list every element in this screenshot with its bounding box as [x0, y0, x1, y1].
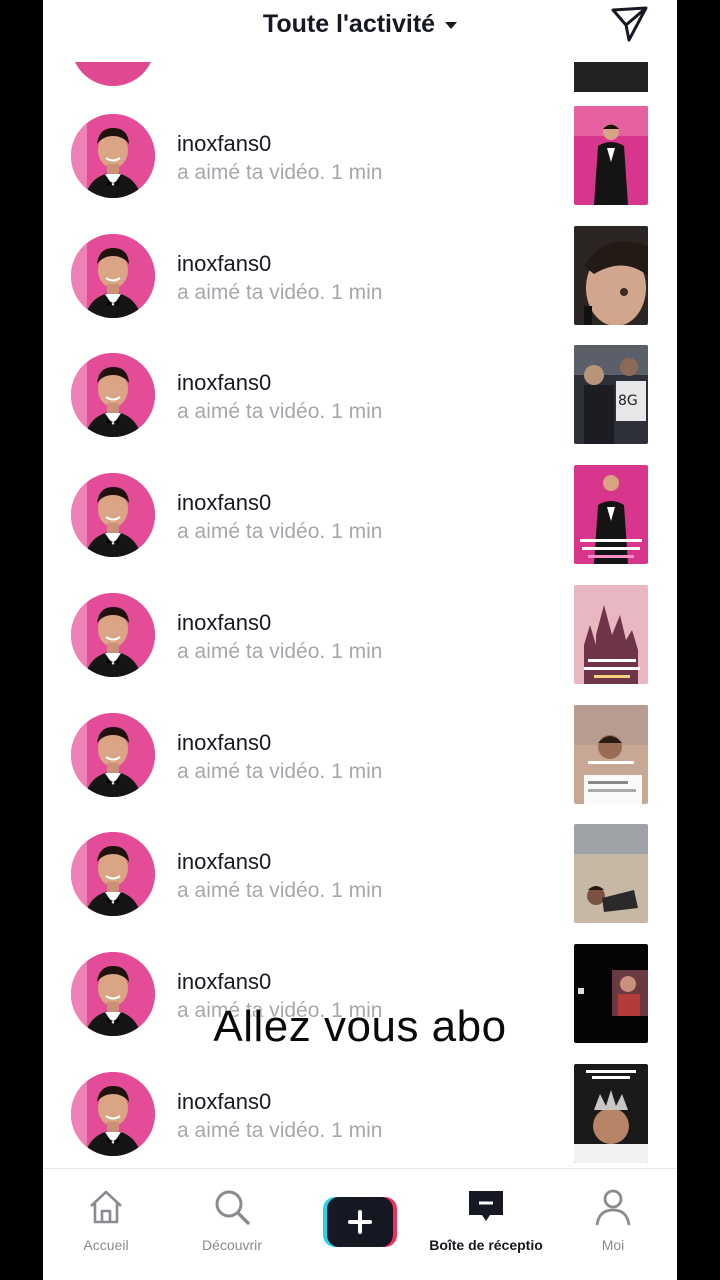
notification-time: 1 min	[331, 400, 383, 424]
notification-text: a aimé ta vidéo. 1 min	[177, 1119, 382, 1143]
avatar[interactable]	[71, 712, 155, 797]
notification-action: a aimé ta vidéo.	[177, 161, 326, 184]
video-thumbnail	[574, 62, 648, 92]
nav-home-label: Accueil	[83, 1237, 129, 1253]
video-thumbnail[interactable]	[574, 225, 648, 325]
notification-time: 1 min	[331, 639, 383, 663]
avatar[interactable]	[71, 592, 155, 677]
video-thumbnail[interactable]	[574, 704, 648, 804]
notification-action: a aimé ta vidéo.	[177, 280, 326, 304]
search-icon	[215, 1190, 250, 1225]
video-thumbnail[interactable]	[574, 584, 648, 684]
notification-action: a aimé ta vidéo.	[177, 759, 326, 783]
notification-action: a aimé ta vidéo.	[177, 639, 326, 663]
notification-time: 1 min	[331, 879, 383, 903]
avatar[interactable]	[71, 832, 155, 917]
notification-action: a aimé ta vidéo.	[177, 879, 326, 903]
notification-text: a aimé ta vidéo. 1 min	[177, 400, 382, 424]
notification-row[interactable]: inoxfans0 a aimé ta vidéo. 1 min 8G	[43, 333, 677, 453]
notification-text: a aimé ta vidéo. 1 min	[177, 879, 382, 903]
activity-filter-dropdown[interactable]: Toute l'activité	[43, 10, 677, 39]
create-video-button[interactable]	[323, 1197, 397, 1247]
bottom-nav: Accueil Découvrir Boîte de réceptio Moi	[43, 1168, 677, 1280]
notification-username[interactable]: inoxfans0	[177, 969, 271, 995]
notification-username[interactable]: inoxfans0	[177, 1089, 271, 1115]
header: Toute l'activité	[43, 0, 677, 62]
nav-inbox[interactable]: Boîte de réceptio	[429, 1169, 543, 1269]
notification-row[interactable]: inoxfans0 a aimé ta vidéo. 1 min	[43, 453, 677, 573]
nav-discover-label: Découvrir	[202, 1237, 262, 1253]
notification-row[interactable]: inoxfans0 a aimé ta vidéo. 1 min	[43, 94, 677, 214]
activity-filter-label: Toute l'activité	[262, 10, 436, 38]
notification-row[interactable]: inoxfans0 a aimé ta vidéo. 1 min	[43, 812, 677, 932]
paper-plane-icon[interactable]	[609, 4, 649, 44]
video-thumbnail[interactable]: 8G	[574, 345, 648, 445]
avatar[interactable]	[71, 473, 155, 558]
avatar[interactable]	[71, 1071, 155, 1156]
profile-icon	[595, 1189, 631, 1226]
notification-time: 1 min	[331, 1118, 383, 1142]
notification-username[interactable]: inoxfans0	[177, 251, 271, 277]
notification-time: 1 min	[331, 759, 383, 783]
inbox-icon	[469, 1191, 503, 1221]
notification-username[interactable]: inoxfans0	[177, 849, 271, 875]
notification-username[interactable]: inoxfans0	[177, 370, 271, 396]
avatar[interactable]	[71, 353, 155, 438]
notification-text: a aimé ta vidéo. 1 min	[177, 281, 382, 305]
notification-time: 1 min	[331, 161, 383, 184]
partial-list-item	[43, 62, 677, 94]
nav-profile-label: Moi	[601, 1237, 625, 1253]
avatar[interactable]	[71, 233, 155, 318]
home-icon	[90, 1190, 122, 1224]
notification-action: a aimé ta vidéo.	[177, 1118, 326, 1142]
notification-row[interactable]: inoxfans0 a aimé ta vidéo. 1 min	[43, 1052, 677, 1172]
video-thumbnail[interactable]	[574, 465, 648, 565]
notification-text: a aimé ta vidéo. 1 min	[177, 760, 382, 784]
notification-username[interactable]: inoxfans0	[177, 610, 271, 636]
notification-text: a aimé ta vidéo. 1 min	[177, 161, 382, 185]
notification-action: a aimé ta vidéo.	[177, 520, 326, 544]
notification-text: a aimé ta vidéo. 1 min	[177, 520, 382, 544]
nav-inbox-label: Boîte de réceptio	[429, 1237, 543, 1253]
nav-profile[interactable]: Moi	[558, 1169, 668, 1269]
svg-text:8G: 8G	[618, 393, 638, 409]
notification-text: a aimé ta vidéo. 1 min	[177, 640, 382, 664]
video-thumbnail[interactable]	[574, 1063, 648, 1163]
caret-down-icon	[445, 21, 458, 29]
notification-username[interactable]: inoxfans0	[177, 131, 271, 157]
notification-time: 1 min	[331, 280, 383, 304]
video-thumbnail[interactable]	[574, 824, 648, 924]
notification-time: 1 min	[331, 520, 383, 544]
video-caption-overlay: Allez vous abo	[213, 1002, 507, 1051]
activity-screen: Toute l'activité inoxfans0 a aimé ta vid…	[43, 0, 677, 1280]
video-thumbnail[interactable]	[574, 106, 648, 205]
notification-row[interactable]: inoxfans0 a aimé ta vidéo. 1 min	[43, 214, 677, 334]
notification-row[interactable]: inoxfans0 a aimé ta vidéo. 1 min	[43, 573, 677, 693]
avatar[interactable]	[71, 114, 155, 198]
avatar	[71, 62, 155, 86]
notification-username[interactable]: inoxfans0	[177, 730, 271, 756]
nav-discover[interactable]: Découvrir	[177, 1169, 287, 1269]
notification-row[interactable]: inoxfans0 a aimé ta vidéo. 1 min	[43, 693, 677, 813]
nav-home[interactable]: Accueil	[51, 1169, 161, 1269]
notification-username[interactable]: inoxfans0	[177, 490, 271, 516]
notification-action: a aimé ta vidéo.	[177, 400, 326, 424]
